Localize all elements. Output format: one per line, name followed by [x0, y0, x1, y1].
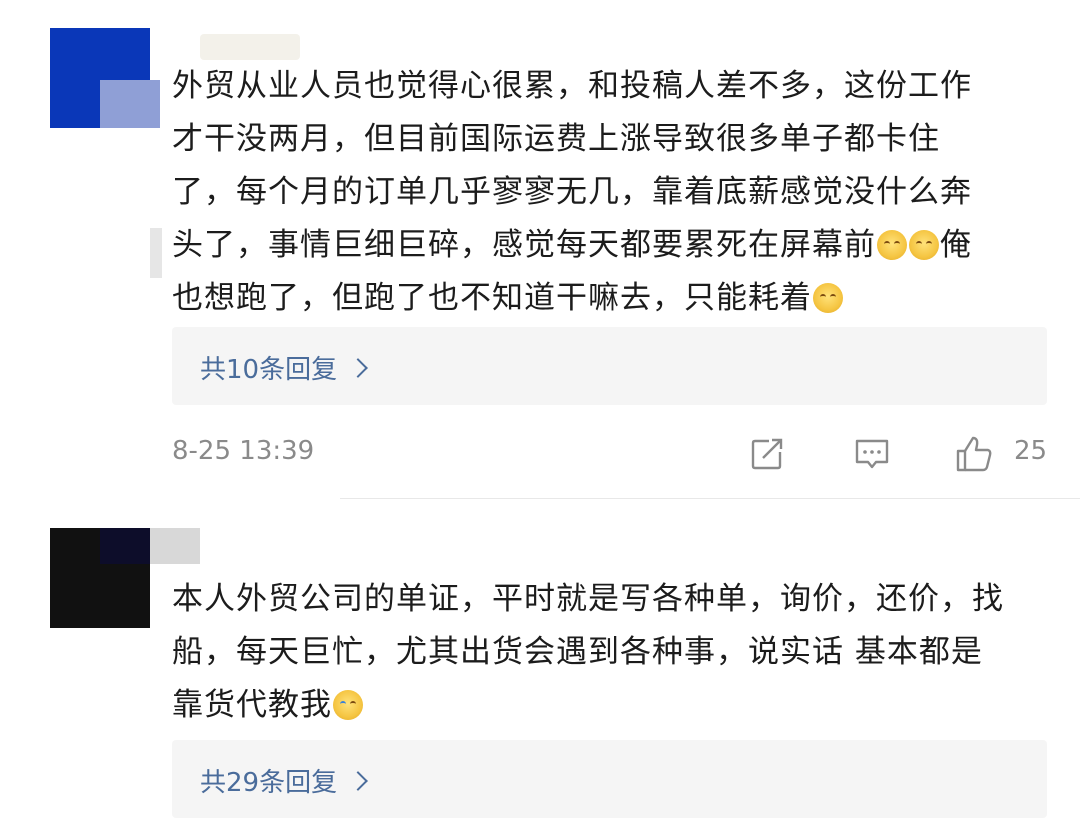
reply-summary-box[interactable]: 共29条回复 [172, 740, 1047, 818]
comment-meta: 8-25 13:39 25 [172, 432, 1047, 476]
comment-icon[interactable] [852, 434, 892, 474]
view-replies-link[interactable]: 共10条回复 [200, 349, 368, 386]
username-blurred[interactable] [150, 528, 200, 564]
comment-body: 外贸从业人员也觉得心很累，和投稿人差不多，这份工作 才干没两月，但目前国际运费上… [172, 60, 1042, 325]
grimace-emoji-icon [877, 230, 907, 260]
reply-count-label: 共10条回复 [200, 355, 338, 385]
like-count: 25 [1014, 436, 1048, 466]
comment-item-1: 外贸从业人员也觉得心很累，和投稿人差不多，这份工作 才干没两月，但目前国际运费上… [0, 0, 1080, 500]
chevron-right-icon [348, 357, 368, 378]
share-icon[interactable] [747, 434, 787, 474]
timestamp: 8-25 13:39 [172, 436, 315, 466]
avatar-blur [100, 528, 150, 564]
comment-line: 头了，事情巨细巨碎，感觉每天都要累死在屏幕前 [172, 227, 876, 263]
view-replies-link[interactable]: 共29条回复 [200, 762, 368, 799]
divider [340, 498, 1080, 499]
thumbs-up-icon[interactable] [954, 434, 994, 474]
blur-artifact [150, 228, 162, 278]
comment-line: 外贸从业人员也觉得心很累，和投稿人差不多，这份工作 [172, 68, 972, 104]
reply-count-label: 共29条回复 [200, 768, 338, 798]
comment-line: 本人外贸公司的单证，平时就是写各种单，询价，还价，找 [172, 581, 1004, 617]
comment-line-tail: 俺 [940, 227, 972, 263]
avatar-blur [100, 80, 160, 128]
reply-summary-box[interactable]: 共10条回复 [172, 327, 1047, 405]
comment-item-2: 本人外贸公司的单证，平时就是写各种单，询价，还价，找 船，每天巨忙，尤其出货会遇… [0, 500, 1080, 828]
comment-line: 才干没两月，但目前国际运费上涨导致很多单子都卡住 [172, 121, 940, 157]
comment-line: 靠货代教我 [172, 687, 332, 723]
grimace-emoji-icon [813, 283, 843, 313]
grimace-emoji-icon [909, 230, 939, 260]
comment-line: 也想跑了，但跑了也不知道干嘛去，只能耗着 [172, 280, 812, 316]
comment-body: 本人外贸公司的单证，平时就是写各种单，询价，还价，找 船，每天巨忙，尤其出货会遇… [172, 573, 1042, 732]
chevron-right-icon [348, 770, 368, 791]
comment-line: 船，每天巨忙，尤其出货会遇到各种事，说实话 基本都是 [172, 634, 983, 670]
username-blurred[interactable] [200, 34, 300, 60]
crying-laughing-emoji-icon [333, 690, 363, 720]
comment-line: 了，每个月的订单几乎寥寥无几，靠着底薪感觉没什么奔 [172, 174, 972, 210]
